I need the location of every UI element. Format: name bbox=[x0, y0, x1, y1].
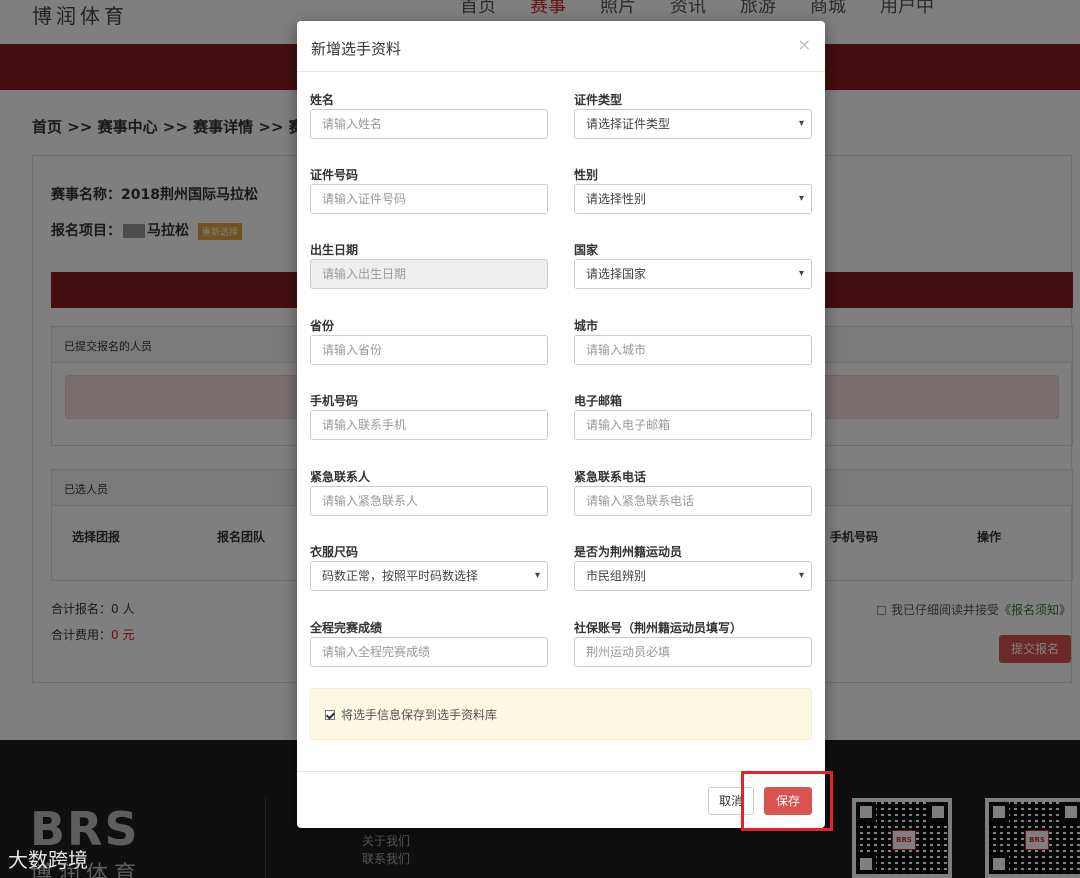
social-security-input[interactable]: 荆州运动员必填 bbox=[574, 637, 812, 667]
name-input[interactable]: 请输入姓名 bbox=[310, 109, 548, 139]
full-marathon-score-input[interactable]: 请输入全程完赛成绩 bbox=[310, 637, 548, 667]
name-label: 姓名 bbox=[310, 93, 335, 107]
full-marathon-score-label: 全程完赛成绩 bbox=[310, 621, 383, 635]
add-athlete-modal: 新增选手资料 × 姓名 请输入姓名 证件类型 请选择证件类型 证件号码 请输入证… bbox=[297, 21, 825, 828]
id-type-select[interactable]: 请选择证件类型 bbox=[574, 109, 812, 139]
clothing-size-select[interactable]: 码数正常，按照平时码数选择 bbox=[310, 561, 548, 591]
jingzhou-athlete-label: 是否为荆州籍运动员 bbox=[574, 545, 683, 559]
jingzhou-athlete-select[interactable]: 市民组辨别 bbox=[574, 561, 812, 591]
close-icon[interactable]: × bbox=[798, 35, 811, 54]
field-id-type: 证件类型 请选择证件类型 bbox=[574, 92, 812, 139]
emergency-phone-input[interactable]: 请输入紧急联系电话 bbox=[574, 486, 812, 516]
field-city: 城市 请输入城市 bbox=[574, 318, 812, 365]
email-label: 电子邮箱 bbox=[574, 394, 623, 408]
field-emergency-phone: 紧急联系电话 请输入紧急联系电话 bbox=[574, 469, 812, 516]
field-birth-date: 出生日期 请输入出生日期 bbox=[310, 242, 548, 289]
field-province: 省份 请输入省份 bbox=[310, 318, 548, 365]
id-number-label: 证件号码 bbox=[310, 168, 359, 182]
field-email: 电子邮箱 请输入电子邮箱 bbox=[574, 393, 812, 440]
field-emergency-contact: 紧急联系人 请输入紧急联系人 bbox=[310, 469, 548, 516]
emergency-contact-input[interactable]: 请输入紧急联系人 bbox=[310, 486, 548, 516]
birth-date-input[interactable]: 请输入出生日期 bbox=[310, 259, 548, 289]
field-phone: 手机号码 请输入联系手机 bbox=[310, 393, 548, 440]
field-id-number: 证件号码 请输入证件号码 bbox=[310, 167, 548, 214]
clothing-size-label: 衣服尺码 bbox=[310, 545, 359, 559]
country-select[interactable]: 请选择国家 bbox=[574, 259, 812, 289]
city-label: 城市 bbox=[574, 319, 599, 333]
id-type-label: 证件类型 bbox=[574, 93, 623, 107]
emergency-contact-label: 紧急联系人 bbox=[310, 470, 371, 484]
save-highlight-box bbox=[741, 771, 833, 831]
field-country: 国家 请选择国家 bbox=[574, 242, 812, 289]
save-to-library-label[interactable]: 将选手信息保存到选手资料库 bbox=[341, 708, 497, 722]
field-full-marathon-score: 全程完赛成绩 请输入全程完赛成绩 bbox=[310, 620, 548, 667]
gender-label: 性别 bbox=[574, 168, 599, 182]
watermark: 大数跨境 bbox=[8, 848, 88, 872]
province-label: 省份 bbox=[310, 319, 335, 333]
field-clothing-size: 衣服尺码 码数正常，按照平时码数选择 bbox=[310, 544, 548, 591]
id-number-input[interactable]: 请输入证件号码 bbox=[310, 184, 548, 214]
modal-header: 新增选手资料 × bbox=[297, 21, 825, 72]
email-input[interactable]: 请输入电子邮箱 bbox=[574, 410, 812, 440]
gender-select[interactable]: 请选择性别 bbox=[574, 184, 812, 214]
modal-title: 新增选手资料 bbox=[311, 40, 402, 58]
social-security-label: 社保账号（荆州籍运动员填写） bbox=[574, 621, 743, 635]
birth-date-label: 出生日期 bbox=[310, 243, 359, 257]
phone-input[interactable]: 请输入联系手机 bbox=[310, 410, 548, 440]
field-social-security: 社保账号（荆州籍运动员填写） 荆州运动员必填 bbox=[574, 620, 812, 667]
emergency-phone-label: 紧急联系电话 bbox=[574, 470, 647, 484]
city-input[interactable]: 请输入城市 bbox=[574, 335, 812, 365]
phone-label: 手机号码 bbox=[310, 394, 359, 408]
save-to-library-panel: 将选手信息保存到选手资料库 bbox=[310, 688, 812, 740]
country-label: 国家 bbox=[574, 243, 599, 257]
field-jingzhou-athlete: 是否为荆州籍运动员 市民组辨别 bbox=[574, 544, 812, 591]
save-to-library-checkbox[interactable] bbox=[325, 710, 335, 720]
field-name: 姓名 请输入姓名 bbox=[310, 92, 548, 139]
field-gender: 性别 请选择性别 bbox=[574, 167, 812, 214]
province-input[interactable]: 请输入省份 bbox=[310, 335, 548, 365]
